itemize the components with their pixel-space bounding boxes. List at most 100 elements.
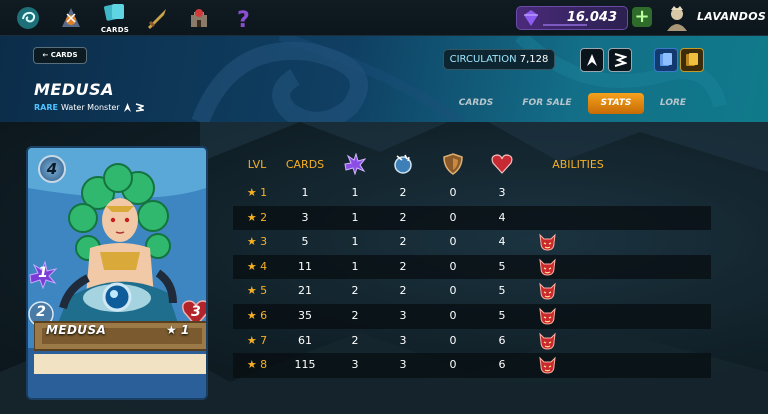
stats-table: LVL CARDS ABILITIES ★ 1 1 1 2 0 3 ★ 2 3 1 2 0 4 ★ 35… — [233, 147, 711, 378]
tab-cards[interactable]: CARDS — [450, 93, 502, 114]
demon-ability-icon[interactable] — [538, 356, 557, 374]
cell-health: 6 — [498, 358, 506, 372]
cell-health: 5 — [498, 259, 506, 273]
demon-ability-icon[interactable] — [538, 332, 557, 350]
cell-armor: 0 — [449, 308, 457, 322]
cell-speed: 3 — [399, 358, 407, 372]
rarity-label: RARE — [34, 103, 58, 112]
cell-health: 6 — [498, 333, 506, 347]
table-row: ★ 3 5 1 2 0 4 — [233, 230, 711, 255]
card-image: 4 1 2 3 MEDUSA ★ 1 — [26, 146, 208, 400]
cell-level: ★ 8 — [246, 358, 268, 372]
cell-melee: 2 — [351, 308, 359, 322]
mana-cost: 4 — [38, 155, 66, 183]
alpha-edition-icon — [123, 103, 131, 112]
circulation-value: 7,128 — [519, 54, 549, 65]
dec-balance-box[interactable]: 16.043 — [516, 6, 628, 30]
username[interactable]: LAVANDOS — [697, 10, 766, 23]
cell-level: ★ 1 — [246, 186, 268, 199]
beta-icon — [614, 53, 627, 67]
cell-cards: 5 — [301, 235, 309, 249]
cell-health: 4 — [498, 235, 506, 249]
cell-speed: 2 — [399, 186, 407, 199]
stats-content: 4 1 2 3 MEDUSA ★ 1 LVL CARDS ABILITIES ★… — [0, 122, 768, 414]
cards-nav-label: CARDS — [100, 26, 130, 34]
cell-melee: 1 — [351, 235, 359, 249]
alpha-edition-button[interactable] — [580, 48, 604, 72]
splinterlands-logo-icon[interactable] — [13, 3, 43, 33]
question-icon[interactable]: ? — [228, 3, 258, 33]
cell-cards: 35 — [298, 308, 312, 322]
cell-cards: 21 — [298, 284, 312, 298]
demon-ability-icon[interactable] — [538, 233, 557, 251]
cell-speed: 2 — [399, 235, 407, 249]
cell-health: 5 — [498, 284, 506, 298]
cell-melee: 2 — [351, 284, 359, 298]
cell-melee: 2 — [351, 333, 359, 347]
cell-armor: 0 — [449, 284, 457, 298]
demon-ability-icon[interactable] — [538, 282, 557, 300]
tab-stats[interactable]: STATS — [588, 93, 644, 114]
armor-icon — [443, 153, 463, 175]
cell-armor: 0 — [449, 358, 457, 372]
header-abilities: ABILITIES — [552, 158, 604, 171]
dec-progress-bar — [543, 24, 587, 26]
page-title: MEDUSA — [34, 80, 115, 99]
card-header: ← CARDS MEDUSA RARE Water Monster CIRCUL… — [0, 36, 768, 122]
castle-icon[interactable] — [184, 3, 214, 33]
melee-stat-value: 1 — [38, 265, 48, 281]
card-banner-name: MEDUSA — [46, 323, 107, 337]
regular-foil-button[interactable] — [654, 48, 678, 72]
cell-level: ★ 5 — [246, 284, 268, 298]
cell-health: 4 — [498, 210, 506, 224]
cell-melee: 1 — [351, 186, 359, 199]
back-to-cards-button[interactable]: ← CARDS — [33, 47, 87, 64]
cell-melee: 1 — [351, 259, 359, 273]
cell-cards: 11 — [298, 259, 312, 273]
demon-ability-icon[interactable] — [538, 258, 557, 276]
cell-cards: 1 — [301, 186, 309, 199]
table-row: ★ 5 21 2 2 0 5 — [233, 279, 711, 304]
cell-armor: 0 — [449, 333, 457, 347]
table-row: ★ 6 35 2 3 0 5 — [233, 303, 711, 329]
top-bar: CARDS ? 16.043 + LAVANDOS — [0, 0, 768, 36]
table-header: LVL CARDS ABILITIES — [233, 147, 711, 181]
cell-speed: 2 — [399, 210, 407, 224]
beta-edition-button[interactable] — [608, 48, 632, 72]
cell-cards: 3 — [301, 210, 309, 224]
cell-level: ★ 7 — [246, 333, 268, 347]
battle-icon[interactable] — [56, 3, 86, 33]
melee-icon — [344, 153, 366, 175]
cell-health: 5 — [498, 308, 506, 322]
card-banner-level: ★ 1 — [166, 323, 190, 337]
alpha-icon — [587, 54, 597, 66]
dec-gem-icon — [524, 10, 538, 26]
card-subtitle: RARE Water Monster — [34, 103, 144, 112]
tab-lore[interactable]: LORE — [652, 93, 694, 114]
demon-ability-icon[interactable] — [538, 307, 557, 325]
cards-icon — [104, 4, 124, 21]
cell-level: ★ 4 — [246, 259, 268, 273]
gold-cards-icon — [686, 53, 698, 66]
cell-melee: 1 — [351, 210, 359, 224]
header-lvl: LVL — [247, 158, 267, 171]
table-row: ★ 1 1 1 2 0 3 — [233, 181, 711, 206]
gold-foil-button[interactable] — [680, 48, 704, 72]
header-cards: CARDS — [285, 158, 325, 171]
cell-speed: 3 — [399, 333, 407, 347]
cell-cards: 115 — [294, 358, 316, 372]
cards-nav-item[interactable]: CARDS — [98, 2, 132, 34]
table-row: ★ 4 11 1 2 0 5 — [233, 254, 711, 280]
sword-icon[interactable] — [142, 3, 172, 33]
circulation-label: CIRCULATION — [449, 54, 517, 65]
cell-level: ★ 2 — [246, 210, 268, 224]
circulation-badge: CIRCULATION 7,128 — [443, 49, 555, 70]
avatar[interactable] — [664, 5, 690, 31]
speed-icon — [394, 154, 412, 174]
cell-melee: 3 — [351, 358, 359, 372]
cell-level: ★ 6 — [246, 308, 268, 322]
tab-for-sale[interactable]: FOR SALE — [517, 93, 577, 114]
cell-armor: 0 — [449, 259, 457, 273]
add-dec-button[interactable]: + — [632, 7, 652, 27]
cell-armor: 0 — [449, 210, 457, 224]
